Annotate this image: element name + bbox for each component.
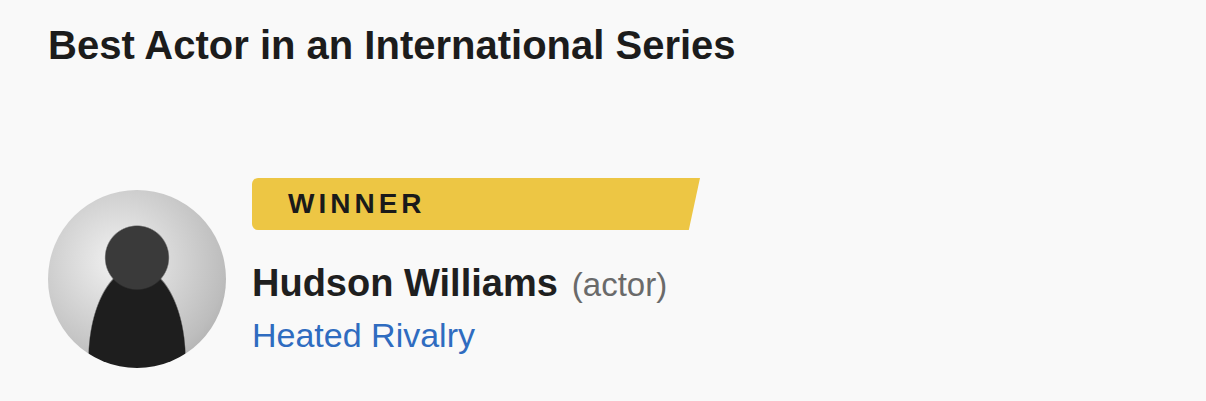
- nominee-name[interactable]: Hudson Williams: [252, 260, 558, 306]
- show-link[interactable]: Heated Rivalry: [252, 314, 475, 356]
- nominee-info: WINNER Hudson Williams (actor) Heated Rival…: [252, 178, 700, 356]
- nominee-role: (actor): [572, 262, 667, 308]
- nominee-row: WINNER Hudson Williams (actor) Heated Rival…: [48, 178, 1186, 368]
- winner-badge: WINNER: [252, 178, 700, 230]
- category-title: Best Actor in an International Series: [48, 20, 1186, 70]
- name-line: Hudson Williams (actor): [252, 260, 667, 308]
- nominee-photo[interactable]: [48, 190, 226, 368]
- award-page: Best Actor in an International Series WIN…: [0, 0, 1206, 401]
